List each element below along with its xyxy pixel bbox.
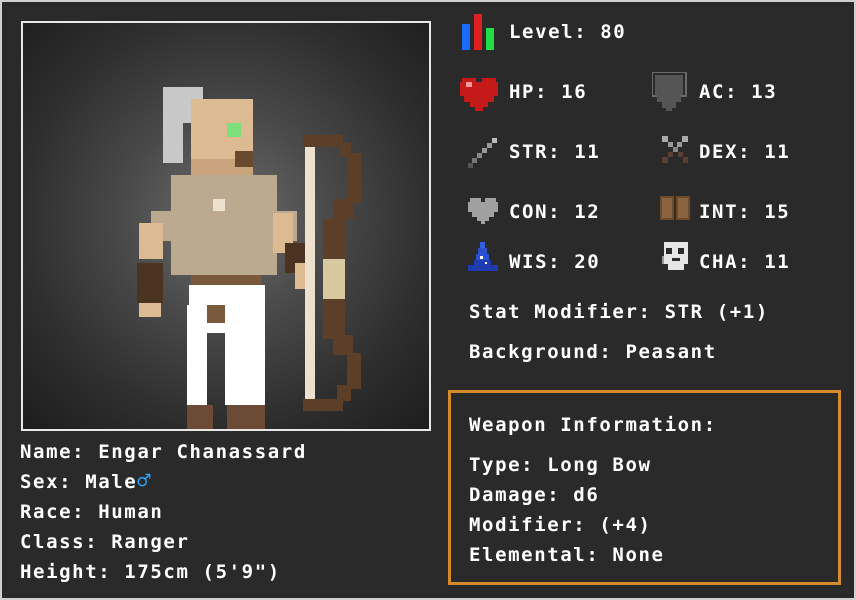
character-sex-label: Sex: Male	[20, 471, 138, 493]
stat-cha: CHA: 11	[699, 251, 791, 273]
heart-icon	[460, 78, 498, 111]
stat-hp: HP: 16	[509, 81, 588, 103]
stat-modifier: Stat Modifier: STR (+1)	[469, 301, 769, 323]
character-sprite	[137, 87, 361, 429]
character-name: Name: Engar Chanassard	[20, 441, 307, 463]
weapon-heading: Weapon Information:	[469, 414, 717, 436]
sword-icon	[468, 138, 497, 168]
bar-chart-icon	[462, 14, 494, 50]
character-height: Height: 175cm (5'9")	[20, 561, 281, 583]
stat-dex: DEX: 11	[699, 141, 791, 163]
weapon-type: Type: Long Bow	[469, 454, 652, 476]
character-background: Background: Peasant	[469, 341, 717, 363]
wizard-hat-icon	[468, 242, 498, 271]
character-sheet: Name: Engar Chanassard Sex: Male♂ Race: …	[0, 0, 856, 600]
book-icon	[660, 194, 690, 220]
character-class: Class: Ranger	[20, 531, 190, 553]
stat-str: STR: 11	[509, 141, 601, 163]
stat-wis: WIS: 20	[509, 251, 601, 273]
character-sex: Sex: Male♂	[20, 470, 152, 494]
shield-icon	[652, 72, 687, 111]
weapon-modifier: Modifier: (+4)	[469, 514, 652, 536]
weapon-elemental: Elemental: None	[469, 544, 665, 566]
stat-int: INT: 15	[699, 201, 791, 223]
crossed-daggers-icon	[662, 136, 688, 163]
stat-ac: AC: 13	[699, 81, 778, 103]
stat-level: Level: 80	[509, 21, 627, 43]
male-symbol-icon: ♂	[137, 469, 153, 494]
weapon-info-panel: Weapon Information: Type: Long Bow Damag…	[448, 390, 841, 585]
weapon-damage: Damage: d6	[469, 484, 600, 506]
stat-con: CON: 12	[509, 201, 601, 223]
character-race: Race: Human	[20, 501, 164, 523]
mask-icon	[662, 242, 688, 270]
character-portrait	[21, 21, 431, 431]
grey-heart-icon	[468, 198, 498, 224]
